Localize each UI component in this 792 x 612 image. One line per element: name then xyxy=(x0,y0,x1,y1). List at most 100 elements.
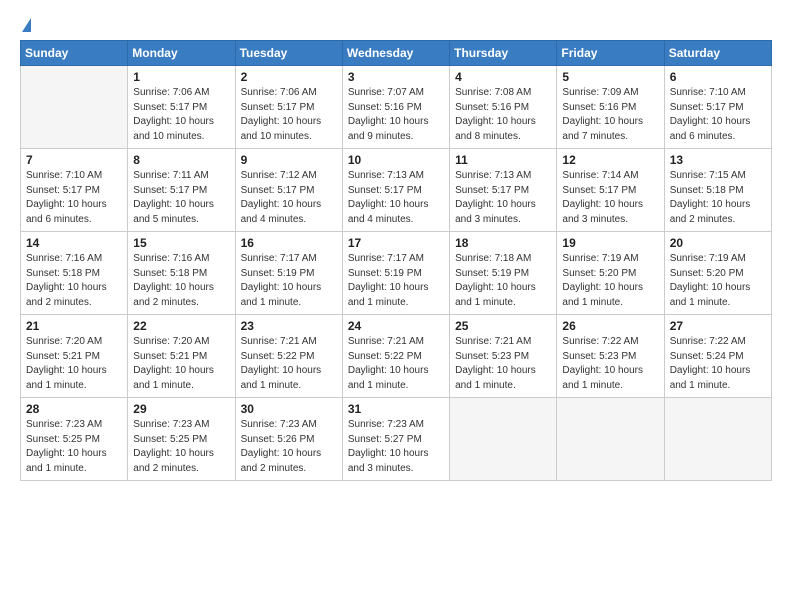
day-cell: 6 Sunrise: 7:10 AM Sunset: 5:17 PM Daylig… xyxy=(664,66,771,149)
day-cell: 12 Sunrise: 7:14 AM Sunset: 5:17 PM Dayli… xyxy=(557,149,664,232)
calendar-table: SundayMondayTuesdayWednesdayThursdayFrid… xyxy=(20,40,772,481)
calendar-header: SundayMondayTuesdayWednesdayThursdayFrid… xyxy=(21,41,772,66)
day-info: Sunrise: 7:11 AM Sunset: 5:17 PM Dayligh… xyxy=(133,169,229,227)
day-info: Sunrise: 7:20 AM Sunset: 5:21 PM Dayligh… xyxy=(26,335,122,393)
day-cell: 4 Sunrise: 7:08 AM Sunset: 5:16 PM Daylig… xyxy=(450,66,557,149)
day-info: Sunrise: 7:16 AM Sunset: 5:18 PM Dayligh… xyxy=(133,252,229,310)
day-cell: 27 Sunrise: 7:22 AM Sunset: 5:24 PM Dayli… xyxy=(664,315,771,398)
weekday-header-saturday: Saturday xyxy=(664,41,771,66)
day-number: 7 xyxy=(26,153,122,167)
day-cell: 28 Sunrise: 7:23 AM Sunset: 5:25 PM Dayli… xyxy=(21,398,128,481)
day-cell: 15 Sunrise: 7:16 AM Sunset: 5:18 PM Dayli… xyxy=(128,232,235,315)
day-cell: 5 Sunrise: 7:09 AM Sunset: 5:16 PM Daylig… xyxy=(557,66,664,149)
day-cell: 20Sunrise: 7:19 AM Sunset: 5:20 PM Dayli… xyxy=(664,232,771,315)
day-info: Sunrise: 7:20 AM Sunset: 5:21 PM Dayligh… xyxy=(133,335,229,393)
day-number: 18 xyxy=(455,236,551,250)
day-number: 28 xyxy=(26,402,122,416)
day-info: Sunrise: 7:22 AM Sunset: 5:24 PM Dayligh… xyxy=(670,335,766,393)
day-info: Sunrise: 7:13 AM Sunset: 5:17 PM Dayligh… xyxy=(455,169,551,227)
day-info: Sunrise: 7:10 AM Sunset: 5:17 PM Dayligh… xyxy=(26,169,122,227)
day-info: Sunrise: 7:23 AM Sunset: 5:25 PM Dayligh… xyxy=(133,418,229,476)
day-cell: 7 Sunrise: 7:10 AM Sunset: 5:17 PM Daylig… xyxy=(21,149,128,232)
day-info: Sunrise: 7:14 AM Sunset: 5:17 PM Dayligh… xyxy=(562,169,658,227)
day-info: Sunrise: 7:23 AM Sunset: 5:25 PM Dayligh… xyxy=(26,418,122,476)
weekday-header-monday: Monday xyxy=(128,41,235,66)
day-number: 25 xyxy=(455,319,551,333)
day-info: Sunrise: 7:22 AM Sunset: 5:23 PM Dayligh… xyxy=(562,335,658,393)
day-number: 22 xyxy=(133,319,229,333)
day-info: Sunrise: 7:17 AM Sunset: 5:19 PM Dayligh… xyxy=(348,252,444,310)
day-number: 29 xyxy=(133,402,229,416)
weekday-header-wednesday: Wednesday xyxy=(342,41,449,66)
day-number: 30 xyxy=(241,402,337,416)
day-cell: 14Sunrise: 7:16 AM Sunset: 5:18 PM Dayli… xyxy=(21,232,128,315)
day-number: 8 xyxy=(133,153,229,167)
day-number: 23 xyxy=(241,319,337,333)
day-cell: 2 Sunrise: 7:06 AM Sunset: 5:17 PM Daylig… xyxy=(235,66,342,149)
day-info: Sunrise: 7:06 AM Sunset: 5:17 PM Dayligh… xyxy=(133,86,229,144)
header xyxy=(20,18,772,30)
day-number: 16 xyxy=(241,236,337,250)
day-cell: 30 Sunrise: 7:23 AM Sunset: 5:26 PM Dayli… xyxy=(235,398,342,481)
day-cell: 23Sunrise: 7:21 AM Sunset: 5:22 PM Dayli… xyxy=(235,315,342,398)
day-cell: 22 Sunrise: 7:20 AM Sunset: 5:21 PM Dayli… xyxy=(128,315,235,398)
day-number: 3 xyxy=(348,70,444,84)
day-info: Sunrise: 7:09 AM Sunset: 5:16 PM Dayligh… xyxy=(562,86,658,144)
day-cell: 31Sunrise: 7:23 AM Sunset: 5:27 PM Dayli… xyxy=(342,398,449,481)
day-info: Sunrise: 7:23 AM Sunset: 5:26 PM Dayligh… xyxy=(241,418,337,476)
calendar-page: SundayMondayTuesdayWednesdayThursdayFrid… xyxy=(0,0,792,612)
day-cell: 17Sunrise: 7:17 AM Sunset: 5:19 PM Dayli… xyxy=(342,232,449,315)
day-cell xyxy=(21,66,128,149)
day-cell xyxy=(664,398,771,481)
day-cell: 16 Sunrise: 7:17 AM Sunset: 5:19 PM Dayli… xyxy=(235,232,342,315)
day-number: 9 xyxy=(241,153,337,167)
weekday-row: SundayMondayTuesdayWednesdayThursdayFrid… xyxy=(21,41,772,66)
day-cell xyxy=(557,398,664,481)
day-cell: 8 Sunrise: 7:11 AM Sunset: 5:17 PM Daylig… xyxy=(128,149,235,232)
day-info: Sunrise: 7:07 AM Sunset: 5:16 PM Dayligh… xyxy=(348,86,444,144)
day-info: Sunrise: 7:10 AM Sunset: 5:17 PM Dayligh… xyxy=(670,86,766,144)
day-cell: 18 Sunrise: 7:18 AM Sunset: 5:19 PM Dayli… xyxy=(450,232,557,315)
day-cell: 1Sunrise: 7:06 AM Sunset: 5:17 PM Daylig… xyxy=(128,66,235,149)
day-cell xyxy=(450,398,557,481)
day-number: 5 xyxy=(562,70,658,84)
logo xyxy=(20,18,31,30)
week-row: 28 Sunrise: 7:23 AM Sunset: 5:25 PM Dayli… xyxy=(21,398,772,481)
day-number: 11 xyxy=(455,153,551,167)
day-info: Sunrise: 7:15 AM Sunset: 5:18 PM Dayligh… xyxy=(670,169,766,227)
day-number: 31 xyxy=(348,402,444,416)
day-info: Sunrise: 7:21 AM Sunset: 5:22 PM Dayligh… xyxy=(348,335,444,393)
day-number: 10 xyxy=(348,153,444,167)
day-number: 20 xyxy=(670,236,766,250)
day-info: Sunrise: 7:06 AM Sunset: 5:17 PM Dayligh… xyxy=(241,86,337,144)
day-cell: 21 Sunrise: 7:20 AM Sunset: 5:21 PM Dayli… xyxy=(21,315,128,398)
day-cell: 9Sunrise: 7:12 AM Sunset: 5:17 PM Daylig… xyxy=(235,149,342,232)
day-cell: 29 Sunrise: 7:23 AM Sunset: 5:25 PM Dayli… xyxy=(128,398,235,481)
day-number: 12 xyxy=(562,153,658,167)
calendar-body: 1Sunrise: 7:06 AM Sunset: 5:17 PM Daylig… xyxy=(21,66,772,481)
day-number: 21 xyxy=(26,319,122,333)
week-row: 21 Sunrise: 7:20 AM Sunset: 5:21 PM Dayli… xyxy=(21,315,772,398)
day-cell: 10Sunrise: 7:13 AM Sunset: 5:17 PM Dayli… xyxy=(342,149,449,232)
day-number: 26 xyxy=(562,319,658,333)
day-number: 15 xyxy=(133,236,229,250)
weekday-header-sunday: Sunday xyxy=(21,41,128,66)
day-number: 19 xyxy=(562,236,658,250)
weekday-header-friday: Friday xyxy=(557,41,664,66)
weekday-header-thursday: Thursday xyxy=(450,41,557,66)
day-number: 13 xyxy=(670,153,766,167)
logo-triangle-icon xyxy=(22,18,31,32)
day-number: 4 xyxy=(455,70,551,84)
day-info: Sunrise: 7:21 AM Sunset: 5:23 PM Dayligh… xyxy=(455,335,551,393)
day-info: Sunrise: 7:18 AM Sunset: 5:19 PM Dayligh… xyxy=(455,252,551,310)
day-number: 24 xyxy=(348,319,444,333)
day-number: 2 xyxy=(241,70,337,84)
weekday-header-tuesday: Tuesday xyxy=(235,41,342,66)
day-info: Sunrise: 7:17 AM Sunset: 5:19 PM Dayligh… xyxy=(241,252,337,310)
day-number: 6 xyxy=(670,70,766,84)
day-info: Sunrise: 7:08 AM Sunset: 5:16 PM Dayligh… xyxy=(455,86,551,144)
day-cell: 13 Sunrise: 7:15 AM Sunset: 5:18 PM Dayli… xyxy=(664,149,771,232)
day-number: 27 xyxy=(670,319,766,333)
day-info: Sunrise: 7:19 AM Sunset: 5:20 PM Dayligh… xyxy=(562,252,658,310)
week-row: 7 Sunrise: 7:10 AM Sunset: 5:17 PM Daylig… xyxy=(21,149,772,232)
